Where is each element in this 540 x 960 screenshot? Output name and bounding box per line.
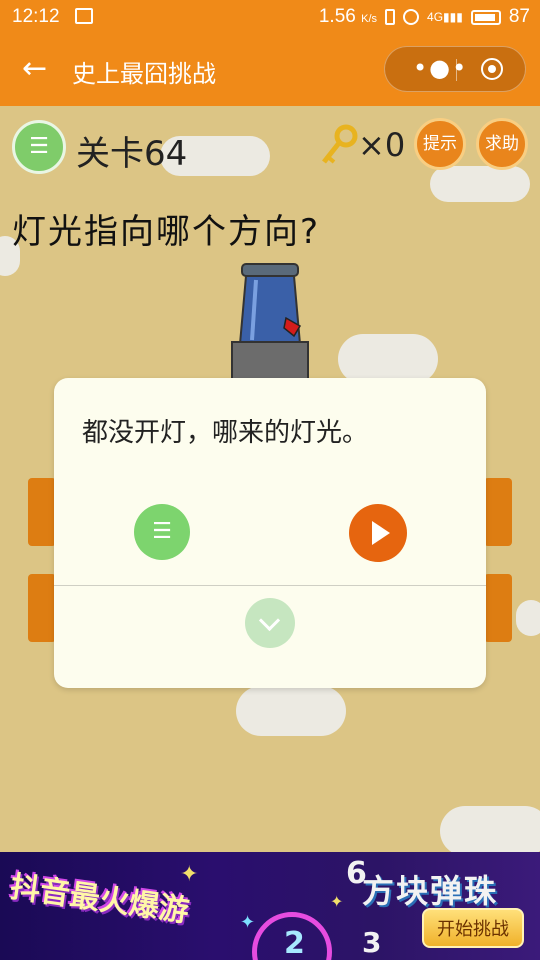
capsule-divider: [456, 59, 457, 81]
battery-level: 87: [508, 6, 530, 27]
hint-button[interactable]: 提示: [414, 118, 466, 170]
star-icon: ✦: [180, 862, 199, 887]
right-option-button[interactable]: [484, 574, 512, 642]
left-option-button[interactable]: [28, 478, 56, 546]
left-option-button[interactable]: [28, 574, 56, 642]
play-icon[interactable]: [349, 504, 407, 562]
title-bar: ← 史上最囧挑战 •●•: [0, 34, 540, 106]
status-time: 12:12: [12, 6, 60, 27]
alarm-icon: [403, 9, 420, 25]
battery-icon: [470, 9, 501, 25]
answer-dialog: 都没开灯，哪来的灯光。 ☰: [54, 378, 486, 688]
key-icon: [322, 124, 358, 164]
signal-icon: 4G▮▮▮: [427, 10, 463, 24]
ad-banner[interactable]: ✦ ✦ ✦ 抖音最火爆游 6 2 3 方块弹珠 开始挑战: [0, 852, 540, 960]
back-arrow-icon[interactable]: ←: [22, 52, 47, 86]
level-label: 关卡64: [76, 134, 188, 174]
cloud: [440, 806, 540, 852]
help-button[interactable]: 求助: [476, 118, 528, 170]
question-text: 灯光指向哪个方向?: [12, 212, 321, 252]
image-notification-icon: [75, 8, 93, 24]
chevron-down-icon[interactable]: [245, 598, 295, 648]
right-option-button[interactable]: [484, 478, 512, 546]
cloud: [516, 600, 540, 636]
page-title: 史上最囧挑战: [72, 60, 216, 88]
list-icon[interactable]: ☰: [134, 504, 190, 560]
star-icon: ✦: [240, 912, 256, 933]
ad-number: 3: [362, 926, 382, 959]
status-right: 1.56 K/s 4G▮▮▮ 87: [319, 6, 530, 28]
flashlight-image: [231, 263, 309, 386]
cloud: [338, 334, 438, 384]
level-list-button[interactable]: ☰: [12, 120, 66, 174]
cloud: [236, 686, 346, 736]
ellipsis-icon[interactable]: •●•: [413, 54, 468, 82]
key-count: ×0: [358, 126, 406, 164]
ad-start-button[interactable]: 开始挑战: [422, 908, 524, 948]
status-bar: 12:12 1.56 K/s 4G▮▮▮ 87: [0, 0, 540, 34]
ad-number: 2: [284, 926, 305, 960]
vibrate-icon: [385, 9, 396, 25]
target-icon[interactable]: [481, 58, 503, 80]
star-icon: ✦: [330, 892, 344, 911]
mini-program-capsule: •●•: [384, 46, 526, 92]
network-speed: 1.56 K/s: [318, 6, 378, 27]
ad-right-text: 方块弹珠: [362, 872, 499, 910]
divider: [54, 585, 486, 586]
cloud: [430, 166, 530, 202]
ad-left-text: 抖音最火爆游: [7, 869, 192, 930]
dialog-message: 都没开灯，哪来的灯光。: [82, 418, 369, 448]
